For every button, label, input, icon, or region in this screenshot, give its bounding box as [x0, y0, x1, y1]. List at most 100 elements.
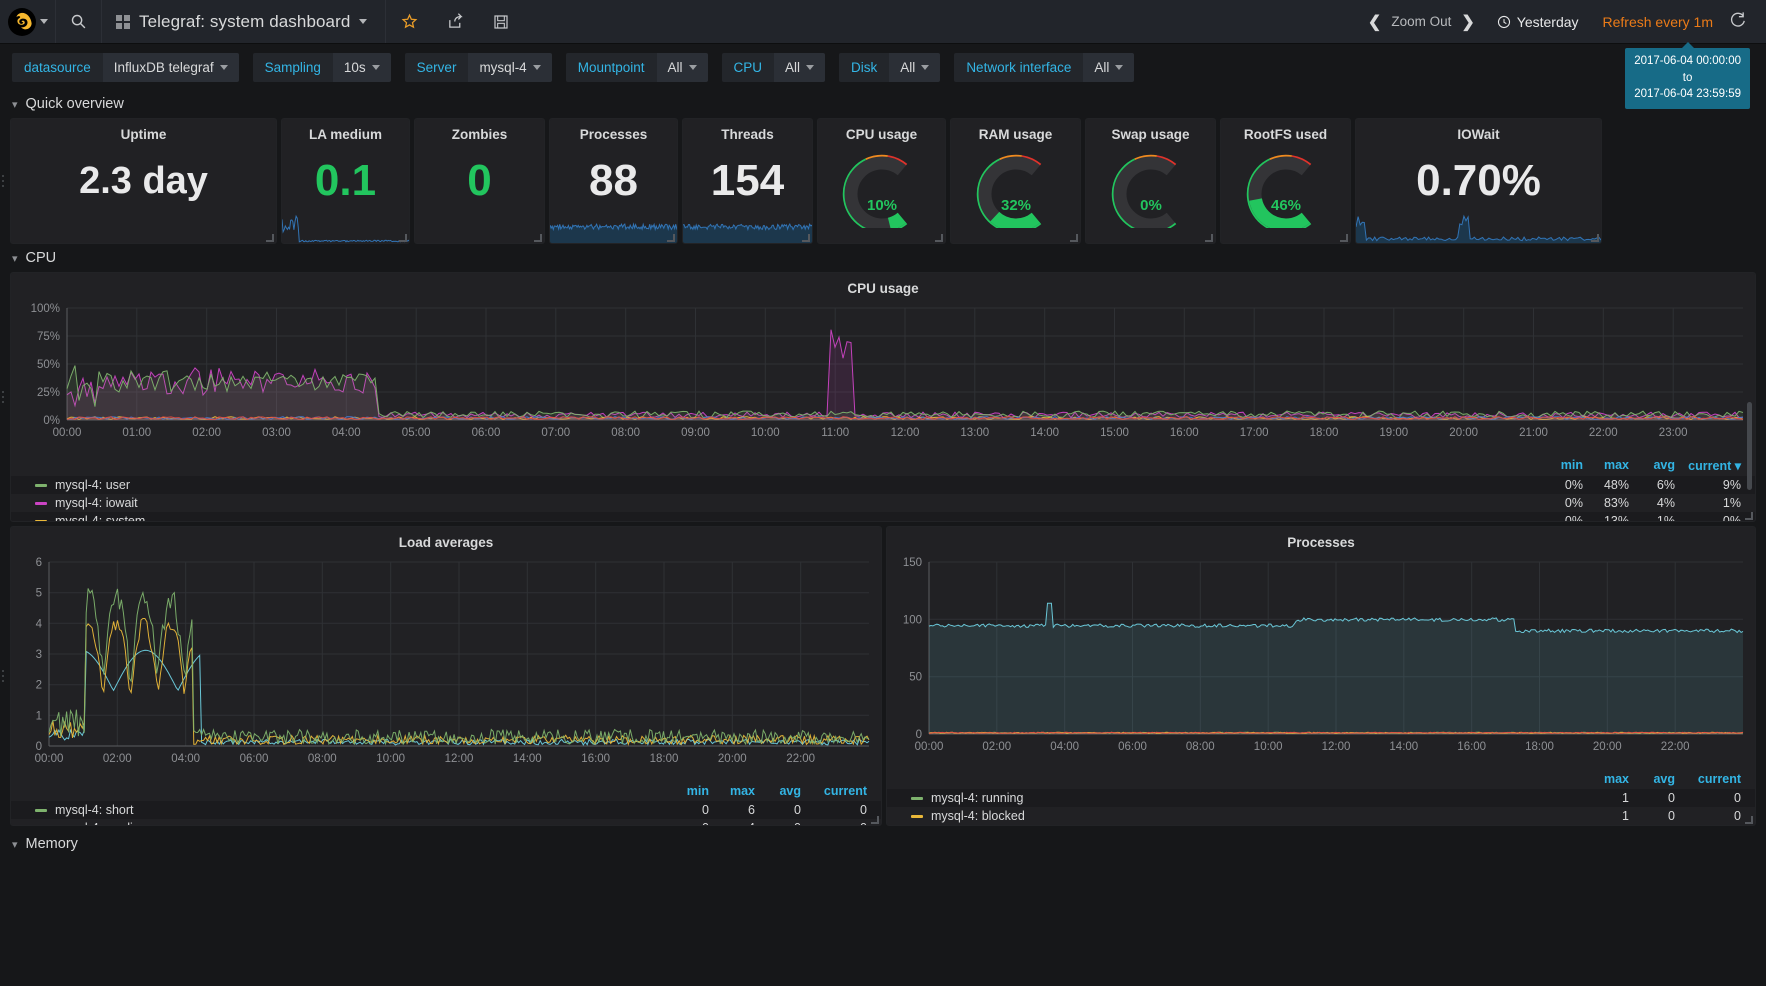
legend-value-avg: 6%: [1656, 478, 1675, 492]
variable-label: CPU: [721, 52, 775, 82]
legend-value-avg: 0: [1668, 791, 1675, 805]
stat-panel-cpu-usage[interactable]: CPU usage 10%: [817, 118, 946, 244]
row-header-cpu[interactable]: ▾ CPU: [0, 244, 1766, 272]
row-header-quick-overview[interactable]: ▾ Quick overview: [0, 90, 1766, 118]
panel-resize-handle[interactable]: [399, 234, 407, 242]
stat-panel-swap-usage[interactable]: Swap usage 0%: [1085, 118, 1216, 244]
caret-down-icon: [371, 64, 380, 70]
legend-series[interactable]: mysql-4: medium: [35, 821, 150, 825]
legend-scrollbar[interactable]: [1747, 401, 1752, 490]
chevron-left-icon[interactable]: ❮: [1368, 12, 1381, 32]
row-header-memory[interactable]: ▾ Memory: [0, 830, 1766, 858]
legend-row[interactable]: mysql-4: medium0400: [11, 819, 881, 825]
legend-row[interactable]: mysql-4: user 0% 48% 6% 9%: [11, 476, 1755, 494]
panel-resize-handle[interactable]: [266, 234, 274, 242]
legend-color-swatch[interactable]: [35, 519, 47, 521]
legend-column-current[interactable]: current: [801, 784, 867, 798]
legend-color-swatch[interactable]: [911, 796, 923, 800]
panel-resize-handle[interactable]: [534, 234, 542, 242]
graph-panel-processes[interactable]: Processes 0 50 100 150 00:00 02:00 04:00 06:00 08…: [886, 526, 1756, 826]
panel-resize-handle[interactable]: [802, 234, 810, 242]
time-range-picker[interactable]: Yesterday: [1485, 14, 1591, 30]
star-button[interactable]: [386, 0, 432, 43]
variable-value-dropdown[interactable]: InfluxDB telegraf: [102, 52, 239, 82]
dashboard-title-button[interactable]: Telegraf: system dashboard: [102, 0, 387, 43]
grafana-logo-button[interactable]: [0, 0, 56, 43]
legend-color-swatch[interactable]: [35, 501, 47, 505]
legend-series[interactable]: mysql-4: user: [35, 478, 130, 492]
panel-resize-handle[interactable]: [1745, 512, 1753, 520]
legend-series-name: mysql-4: iowait: [55, 496, 138, 510]
zoom-out-control[interactable]: ❮ Zoom Out ❯: [1358, 12, 1485, 32]
svg-text:18:00: 18:00: [650, 753, 679, 765]
variable-value-dropdown[interactable]: All: [1083, 52, 1135, 82]
tooltip-from: 2017-06-04 00:00:00: [1634, 55, 1741, 67]
variable-value-dropdown[interactable]: mysql-4: [468, 52, 552, 82]
panel-resize-handle[interactable]: [935, 234, 943, 242]
legend-series[interactable]: mysql-4: iowait: [35, 496, 138, 510]
legend-series[interactable]: mysql-4: running: [911, 791, 1023, 805]
legend-series[interactable]: mysql-4: blocked: [911, 809, 1025, 823]
graph-panel-load-averages[interactable]: Load averages 0 1 2 3 4 5 6 00:00 02:00 04:00 06:00…: [10, 526, 882, 826]
row-drag-handle[interactable]: [2, 670, 4, 682]
stat-panel-zombies[interactable]: Zombies 0: [414, 118, 545, 244]
legend-value-max: 13%: [1603, 514, 1629, 522]
legend-column-current[interactable]: current ▾: [1675, 458, 1741, 473]
legend-row[interactable]: mysql-4: blocked 1 0 0: [887, 807, 1755, 825]
panel-resize-handle[interactable]: [1340, 234, 1348, 242]
panel-resize-handle[interactable]: [1205, 234, 1213, 242]
variable-value-dropdown[interactable]: All: [656, 52, 708, 82]
legend-column-max[interactable]: max: [1583, 772, 1629, 786]
legend-row[interactable]: mysql-4: system 0% 13% 1% 0%: [11, 512, 1755, 522]
variable-value-dropdown[interactable]: All: [774, 52, 826, 82]
share-button[interactable]: [432, 0, 478, 43]
legend-color-swatch[interactable]: [911, 814, 923, 818]
refresh-button[interactable]: [1725, 11, 1758, 33]
variable-label: Disk: [839, 52, 890, 82]
variable-value-text: All: [667, 59, 683, 75]
panel-resize-handle[interactable]: [871, 816, 879, 824]
stat-panel-ram-usage[interactable]: RAM usage 32%: [950, 118, 1081, 244]
panel-resize-handle[interactable]: [667, 234, 675, 242]
graph-plot-area[interactable]: 0 50 100 150 00:00 02:00 04:00 06:00 08:00 10:00 1…: [887, 552, 1755, 765]
panel-resize-handle[interactable]: [1745, 816, 1753, 824]
panel-resize-handle[interactable]: [1591, 234, 1599, 242]
legend-row[interactable]: mysql-4: short 0 6 0 0: [11, 801, 881, 819]
legend-series-name: mysql-4: medium: [55, 821, 150, 825]
stat-panel-uptime[interactable]: Uptime 2.3 day: [10, 118, 277, 244]
legend-column-max[interactable]: max: [1583, 458, 1629, 473]
legend-color-swatch[interactable]: [35, 808, 47, 812]
legend-color-swatch[interactable]: [35, 483, 47, 487]
variable-value-dropdown[interactable]: All: [889, 52, 941, 82]
stat-panel-threads[interactable]: Threads 154: [682, 118, 813, 244]
legend-column-avg[interactable]: avg: [755, 784, 801, 798]
row-drag-handle[interactable]: [2, 175, 4, 187]
legend-column-avg[interactable]: avg: [1629, 458, 1675, 473]
legend-column-avg[interactable]: avg: [1629, 772, 1675, 786]
graph-plot-area[interactable]: 0% 25% 50% 75% 100% 00:00 01:00 02:00 03:00 04:00…: [11, 298, 1755, 451]
legend-series[interactable]: mysql-4: short: [35, 803, 134, 817]
panel-resize-handle[interactable]: [1070, 234, 1078, 242]
legend-column-min[interactable]: min: [1537, 458, 1583, 473]
variable-value-dropdown[interactable]: 10s: [332, 52, 391, 82]
legend-column-current[interactable]: current: [1675, 772, 1741, 786]
save-button[interactable]: [478, 0, 524, 43]
legend-row[interactable]: mysql-4: sleeping1149390: [887, 825, 1755, 826]
graph-plot-area[interactable]: 0 1 2 3 4 5 6 00:00 02:00 04:00 06:00 08:00 10:00 12:…: [11, 552, 881, 777]
search-button[interactable]: [56, 0, 102, 43]
chevron-right-icon[interactable]: ❯: [1461, 12, 1474, 32]
stat-panel-processes[interactable]: Processes 88: [549, 118, 678, 244]
legend-row[interactable]: mysql-4: iowait 0% 83% 4% 1%: [11, 494, 1755, 512]
legend-column-min[interactable]: min: [663, 784, 709, 798]
legend-series[interactable]: mysql-4: system: [35, 514, 145, 521]
legend-row[interactable]: mysql-4: running 1 0 0: [887, 789, 1755, 807]
legend-column-max[interactable]: max: [709, 784, 755, 798]
graph-panel-cpu-usage[interactable]: CPU usage 0% 25% 50% 75% 100% 00:00 01:00 02:00 0…: [10, 272, 1756, 522]
variable-value-text: 10s: [343, 59, 366, 75]
row-drag-handle[interactable]: [2, 391, 4, 403]
stat-panel-iowait[interactable]: IOWait 0.70%: [1355, 118, 1602, 244]
stat-panel-rootfs-used[interactable]: RootFS used 46%: [1220, 118, 1351, 244]
refresh-interval-label[interactable]: Refresh every 1m: [1591, 14, 1725, 30]
panel-title: Processes: [579, 127, 648, 142]
stat-panel-la-medium[interactable]: LA medium 0.1: [281, 118, 410, 244]
